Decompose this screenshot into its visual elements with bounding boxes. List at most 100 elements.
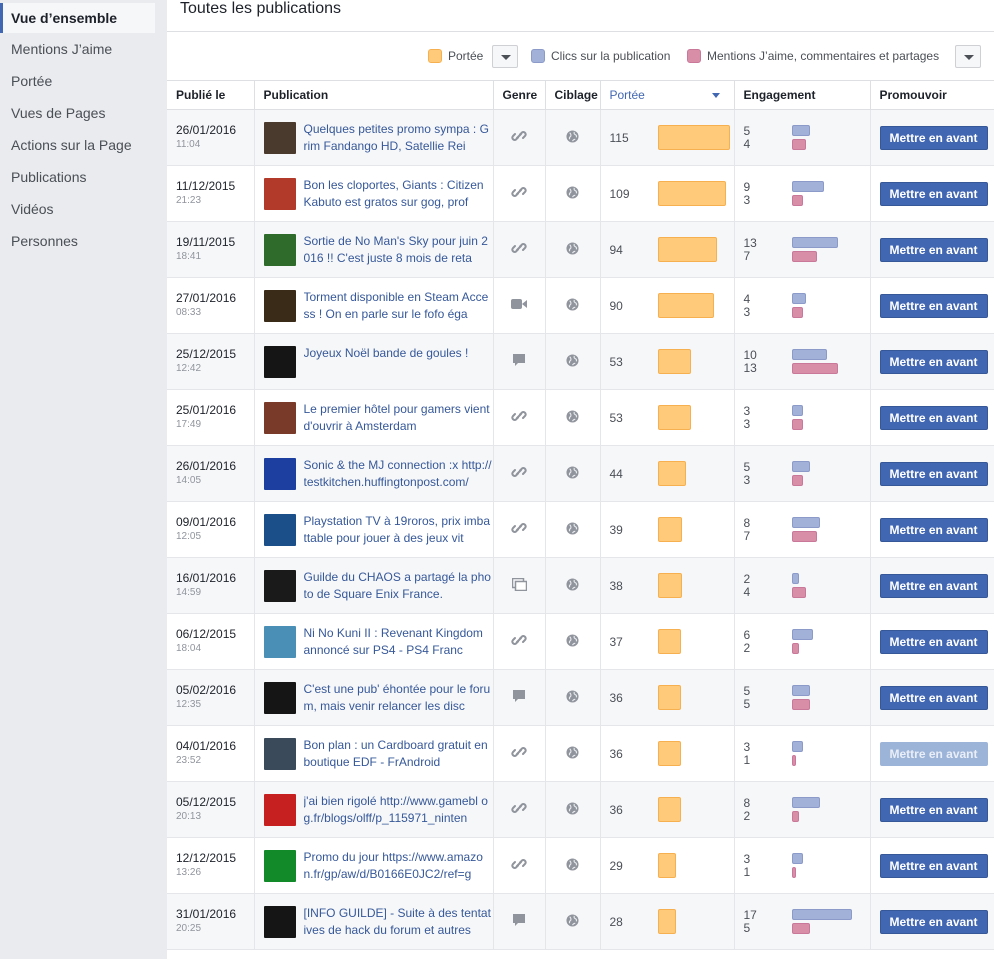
boost-post-button[interactable]: Mettre en avant	[879, 461, 988, 486]
boost-post-button[interactable]: Mettre en avant	[879, 853, 988, 878]
status-icon	[512, 689, 526, 706]
boost-post-button[interactable]: Mettre en avant	[879, 685, 988, 710]
reach-bar	[657, 853, 676, 878]
cell-engagement: 43	[734, 277, 871, 334]
cell-post: Playstation TV à 19roros, prix imbattabl…	[254, 501, 494, 558]
reach-value: 37	[609, 634, 623, 649]
link-icon	[511, 184, 527, 203]
cell-type	[493, 837, 546, 894]
boost-post-button[interactable]: Mettre en avant	[879, 405, 988, 430]
boost-post-button[interactable]: Mettre en avant	[879, 573, 988, 598]
cell-promote: Mettre en avant	[870, 221, 994, 278]
sidebar-item-overview[interactable]: Vue d’ensemble	[0, 3, 155, 33]
post-thumbnail[interactable]	[263, 345, 296, 378]
reach-value: 36	[609, 802, 623, 817]
col-type[interactable]: Genre	[493, 80, 546, 110]
sidebar-item-posts[interactable]: Publications	[0, 161, 167, 193]
post-link[interactable]: Quelques petites promo sympa : Grim Fand…	[304, 121, 493, 155]
post-thumbnail[interactable]	[263, 513, 296, 546]
post-thumbnail[interactable]	[263, 681, 296, 714]
post-thumbnail[interactable]	[263, 289, 296, 322]
table-row: 11/12/2015 21:23 Bon les cloportes, Giants…	[167, 165, 994, 222]
post-link[interactable]: Bon plan : un Cardboard gratuit en bouti…	[304, 737, 493, 771]
metric-dropdown-left[interactable]	[492, 45, 518, 68]
post-thumbnail[interactable]	[263, 625, 296, 658]
reach-bar	[657, 237, 717, 262]
post-thumbnail[interactable]	[263, 457, 296, 490]
boost-post-button[interactable]: Mettre en avant	[879, 629, 988, 654]
col-reach[interactable]: Portée	[600, 80, 735, 110]
boost-post-button[interactable]: Mettre en avant	[879, 909, 988, 934]
post-thumbnail[interactable]	[263, 569, 296, 602]
post-link[interactable]: C'est une pub' éhontée pour le forum, ma…	[304, 681, 493, 715]
col-targeting[interactable]: Ciblage	[545, 80, 601, 110]
link-icon	[511, 128, 527, 147]
legend-reach: Portée	[428, 49, 483, 63]
post-link[interactable]: Promo du jour https://www.amazon.fr/gp/a…	[304, 849, 493, 883]
likes-bar	[791, 139, 806, 150]
boost-post-button[interactable]: Mettre en avant	[879, 741, 988, 766]
boost-post-button[interactable]: Mettre en avant	[879, 181, 988, 206]
cell-promote: Mettre en avant	[870, 333, 994, 390]
col-published[interactable]: Publié le	[167, 80, 255, 110]
cell-engagement: 10 13	[734, 333, 871, 390]
sidebar-item-people[interactable]: Personnes	[0, 225, 167, 257]
post-link[interactable]: j'ai bien rigolé http://www.gamebl og.fr…	[304, 793, 493, 827]
section-title: Toutes les publications	[180, 0, 341, 17]
clicks-bar	[791, 573, 799, 584]
post-link[interactable]: Bon les cloportes, Giants : Citizen Kabu…	[304, 177, 493, 211]
post-thumbnail[interactable]	[263, 849, 296, 882]
post-date: 04/01/2016	[176, 739, 237, 753]
post-link[interactable]: Torment disponible en Steam Access ! On …	[304, 289, 493, 323]
sidebar-item-videos[interactable]: Vidéos	[0, 193, 167, 225]
sidebar-item-reach[interactable]: Portée	[0, 65, 167, 97]
post-link[interactable]: Guilde du CHAOS a partagé la photo de Sq…	[304, 569, 493, 603]
boost-post-button[interactable]: Mettre en avant	[879, 237, 988, 262]
cell-post: Guilde du CHAOS a partagé la photo de Sq…	[254, 557, 494, 614]
post-link[interactable]: Ni No Kuni II : Revenant Kingdom annoncé…	[304, 625, 493, 659]
cell-type	[493, 613, 546, 670]
col-engagement[interactable]: Engagement	[734, 80, 871, 110]
clicks-value: 5	[743, 459, 751, 474]
post-link[interactable]: Playstation TV à 19roros, prix imbattabl…	[304, 513, 493, 547]
post-thumbnail[interactable]	[263, 793, 296, 826]
cell-targeting	[545, 781, 601, 838]
likes-bar	[791, 475, 803, 486]
col-promote[interactable]: Promouvoir	[870, 80, 994, 110]
boost-post-button[interactable]: Mettre en avant	[879, 293, 988, 318]
sidebar-item-page-actions[interactable]: Actions sur la Page	[0, 129, 167, 161]
cell-engagement: 54	[734, 109, 871, 166]
post-link[interactable]: Sonic & the MJ connection :x http://test…	[304, 457, 493, 491]
table-row: 25/12/2015 12:42 Joyeux Noël bande de goul…	[167, 333, 994, 390]
boost-post-button[interactable]: Mettre en avant	[879, 349, 988, 374]
post-thumbnail[interactable]	[263, 121, 296, 154]
cell-reach: 28	[600, 893, 735, 950]
cell-promote: Mettre en avant	[870, 725, 994, 782]
clicks-bar	[791, 349, 827, 360]
post-thumbnail[interactable]	[263, 737, 296, 770]
reach-value: 29	[609, 858, 623, 873]
sidebar-item-page-views[interactable]: Vues de Pages	[0, 97, 167, 129]
boost-post-button[interactable]: Mettre en avant	[879, 797, 988, 822]
boost-post-button[interactable]: Mettre en avant	[879, 517, 988, 542]
post-thumbnail[interactable]	[263, 233, 296, 266]
col-post[interactable]: Publication	[254, 80, 494, 110]
post-link[interactable]: Joyeux Noël bande de goules !	[304, 345, 469, 379]
link-icon	[511, 632, 527, 651]
post-thumbnail[interactable]	[263, 905, 296, 938]
globe-icon	[566, 857, 579, 874]
clicks-value: 8	[743, 515, 751, 530]
metric-dropdown-right[interactable]	[955, 45, 981, 68]
post-thumbnail[interactable]	[263, 401, 296, 434]
post-link[interactable]: [INFO GUILDE] - Suite à des tentatives d…	[304, 905, 493, 939]
legend-clicks-label: Clics sur la publication	[551, 49, 671, 63]
sidebar-item-likes[interactable]: Mentions J’aime	[0, 33, 167, 65]
likes-bar	[791, 923, 810, 934]
clicks-bar	[791, 517, 820, 528]
post-link[interactable]: Le premier hôtel pour gamers vient d'ouv…	[304, 401, 493, 435]
link-icon	[511, 744, 527, 763]
boost-post-button[interactable]: Mettre en avant	[879, 125, 988, 150]
post-link[interactable]: Sortie de No Man's Sky pour juin 2016 !!…	[304, 233, 493, 267]
cell-targeting	[545, 725, 601, 782]
post-thumbnail[interactable]	[263, 177, 296, 210]
